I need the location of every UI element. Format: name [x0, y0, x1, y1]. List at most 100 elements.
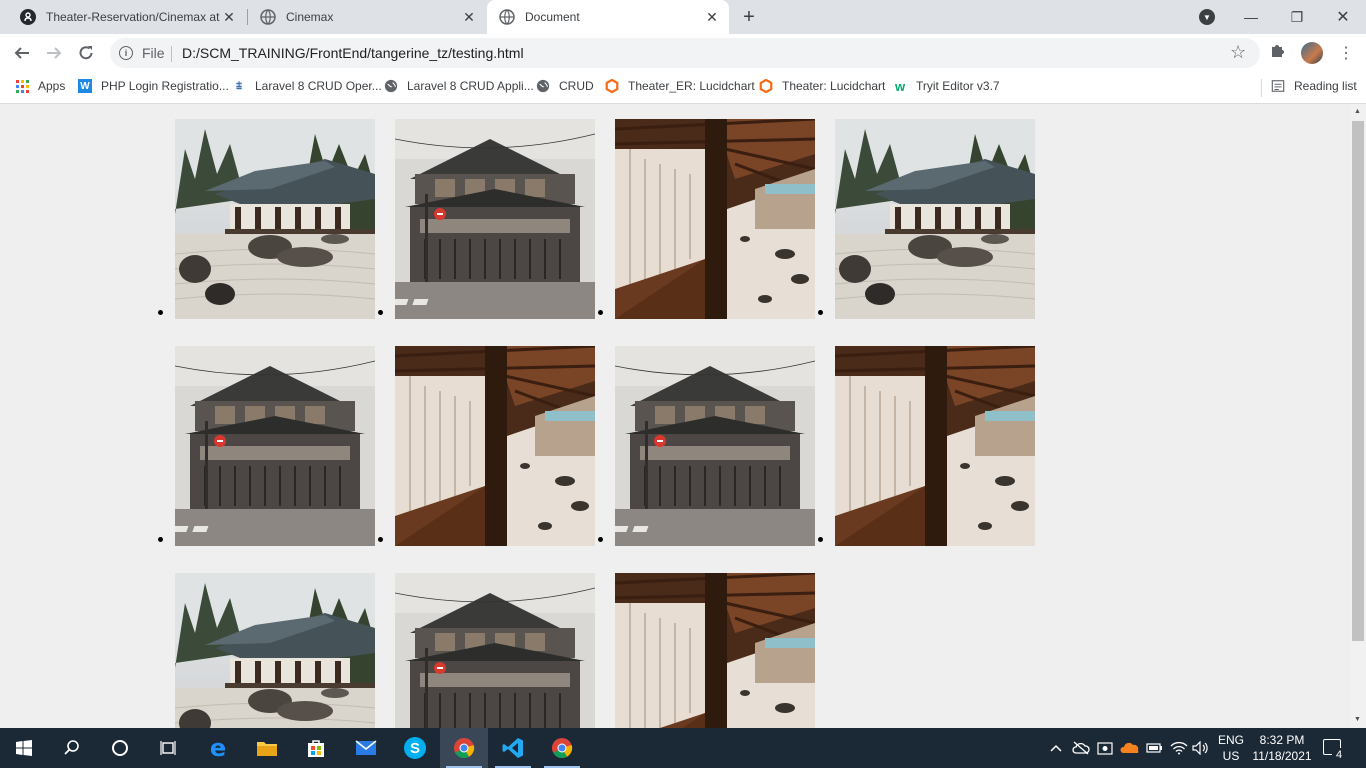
file-explorer-icon[interactable]	[243, 728, 291, 768]
close-icon[interactable]: ✕	[460, 8, 478, 26]
divider	[171, 46, 172, 62]
tab-title: Cinemax	[286, 10, 334, 24]
lucidchart-icon	[759, 79, 773, 93]
list-bullet	[598, 310, 603, 315]
bookmark-label: Apps	[38, 79, 66, 93]
bookmark-apps[interactable]: Apps	[15, 79, 65, 93]
windows-taskbar: e S ENG US 8:32 PM 11/18/2021 4	[0, 728, 1366, 768]
list-bullet	[158, 310, 163, 315]
bookmark-laravel-crud-appli[interactable]: Laravel 8 CRUD Appli...	[384, 79, 534, 93]
wifi-icon[interactable]	[1170, 728, 1188, 768]
bookmark-label: CRUD	[559, 79, 594, 93]
vscode-icon[interactable]	[489, 728, 537, 768]
chrome-icon[interactable]	[440, 728, 488, 768]
globe-icon	[499, 9, 515, 25]
bookmark-label: Theater: Lucidchart	[782, 79, 886, 93]
tab-theater-reservation[interactable]: Theater-Reservation/Cinemax at develop ✕	[0, 0, 246, 34]
gallery-photo-street-house	[175, 346, 375, 546]
gallery-photo-corridor	[615, 119, 815, 319]
windows-start-icon[interactable]	[0, 728, 48, 768]
gallery-photo-street-house	[395, 573, 595, 728]
profile-avatar[interactable]	[1301, 42, 1323, 64]
minimize-button[interactable]: —	[1228, 0, 1274, 34]
scroll-up-arrow-icon[interactable]: ▲	[1354, 108, 1361, 115]
security-icon[interactable]	[1097, 728, 1113, 768]
forward-button[interactable]	[42, 41, 66, 65]
tab-document[interactable]: Document ✕	[487, 0, 729, 34]
bookmark-php-login[interactable]: W PHP Login Registratio...	[78, 79, 229, 93]
back-arrow-icon	[14, 47, 29, 59]
browser-toolbar: i File D:/SCM_TRAINING/FrontEnd/tangerin…	[0, 34, 1366, 72]
clock-date: 11/18/2021	[1252, 749, 1312, 763]
region-code: US	[1222, 749, 1240, 763]
extensions-puzzle-icon[interactable]	[1270, 42, 1286, 58]
info-icon[interactable]: i	[119, 46, 133, 60]
reload-button[interactable]	[74, 41, 98, 65]
scroll-down-arrow-icon[interactable]: ▼	[1354, 716, 1361, 723]
language-code: ENG	[1218, 733, 1245, 747]
volume-icon[interactable]	[1192, 728, 1210, 768]
tab-cinemax[interactable]: Cinemax ✕	[240, 0, 486, 34]
gallery-photo-corridor	[835, 346, 1035, 546]
gallery-photo-street-house	[395, 119, 595, 319]
tab-strip: Theater-Reservation/Cinemax at develop ✕…	[0, 0, 1366, 34]
list-bullet	[378, 310, 383, 315]
address-bar[interactable]: i File D:/SCM_TRAINING/FrontEnd/tangerin…	[110, 38, 1260, 68]
restore-button[interactable]: ❐	[1274, 0, 1320, 34]
cloudflare-icon[interactable]	[1120, 728, 1140, 768]
bookmark-label: PHP Login Registratio...	[101, 79, 229, 93]
battery-icon[interactable]	[1145, 728, 1163, 768]
gallery-photo-temple	[175, 119, 375, 319]
show-hidden-icons-chevron-icon[interactable]	[1049, 728, 1063, 768]
bookmark-label: Laravel 8 CRUD Oper...	[255, 79, 382, 93]
scheme-label: File	[142, 45, 165, 61]
list-bullet	[818, 310, 823, 315]
chrome-icon[interactable]	[538, 728, 586, 768]
task-view-icon[interactable]	[144, 728, 192, 768]
w3schools-icon: w	[894, 78, 906, 94]
tab-search-icon[interactable]: ▼	[1199, 9, 1215, 25]
bookmark-theater-lucidchart[interactable]: Theater: Lucidchart	[759, 79, 885, 93]
close-window-button[interactable]: ✕	[1320, 0, 1366, 34]
list-bullet	[378, 537, 383, 542]
reload-icon	[79, 46, 93, 60]
globe-icon	[260, 9, 276, 25]
reading-list-label: Reading list	[1294, 79, 1357, 93]
input-language-indicator[interactable]: ENG US	[1218, 732, 1244, 764]
bookmark-label: Theater_ER: Lucidchart	[628, 79, 755, 93]
gallery-photo-temple	[175, 573, 375, 728]
skype-icon[interactable]: S	[391, 728, 439, 768]
globe-icon	[384, 79, 398, 93]
close-icon[interactable]: ✕	[220, 8, 238, 26]
forward-arrow-icon	[47, 47, 62, 59]
url-text[interactable]: D:/SCM_TRAINING/FrontEnd/tangerine_tz/te…	[182, 45, 524, 61]
cortana-icon[interactable]	[96, 728, 144, 768]
menu-kebab-icon[interactable]: ⋮	[1338, 43, 1354, 63]
globe-icon	[536, 79, 550, 93]
list-bullet	[158, 537, 163, 542]
new-tab-button[interactable]: +	[738, 6, 760, 28]
back-button[interactable]	[10, 41, 34, 65]
w-logo-icon: W	[78, 79, 92, 93]
bookmark-theater-er-lucidchart[interactable]: Theater_ER: Lucidchart	[605, 79, 755, 93]
bookmark-label: Tryit Editor v3.7	[916, 79, 1000, 93]
system-clock[interactable]: 8:32 PM 11/18/2021	[1252, 732, 1312, 764]
scrollbar-thumb[interactable]	[1352, 121, 1364, 641]
bookmark-label: Laravel 8 CRUD Appli...	[407, 79, 534, 93]
edge-icon[interactable]: e	[194, 728, 242, 768]
reading-list-button[interactable]: Reading list	[1271, 79, 1357, 93]
bookmark-star-icon[interactable]: ☆	[1230, 42, 1246, 63]
gallery-photo-corridor	[395, 346, 595, 546]
onedrive-offline-icon[interactable]	[1072, 728, 1090, 768]
reading-list-icon	[1271, 80, 1285, 92]
bookmark-crud[interactable]: CRUD	[536, 79, 594, 93]
bookmark-laravel-crud-oper[interactable]: ⩲ Laravel 8 CRUD Oper...	[232, 79, 382, 93]
apps-grid-icon	[15, 79, 29, 93]
store-icon[interactable]	[292, 728, 340, 768]
laravel-icon: ⩲	[236, 80, 242, 92]
mail-icon[interactable]	[342, 728, 390, 768]
search-icon[interactable]	[48, 728, 96, 768]
gallery-photo-temple	[835, 119, 1035, 319]
bookmark-tryit-editor[interactable]: w Tryit Editor v3.7	[893, 78, 1000, 94]
close-icon[interactable]: ✕	[703, 8, 721, 26]
